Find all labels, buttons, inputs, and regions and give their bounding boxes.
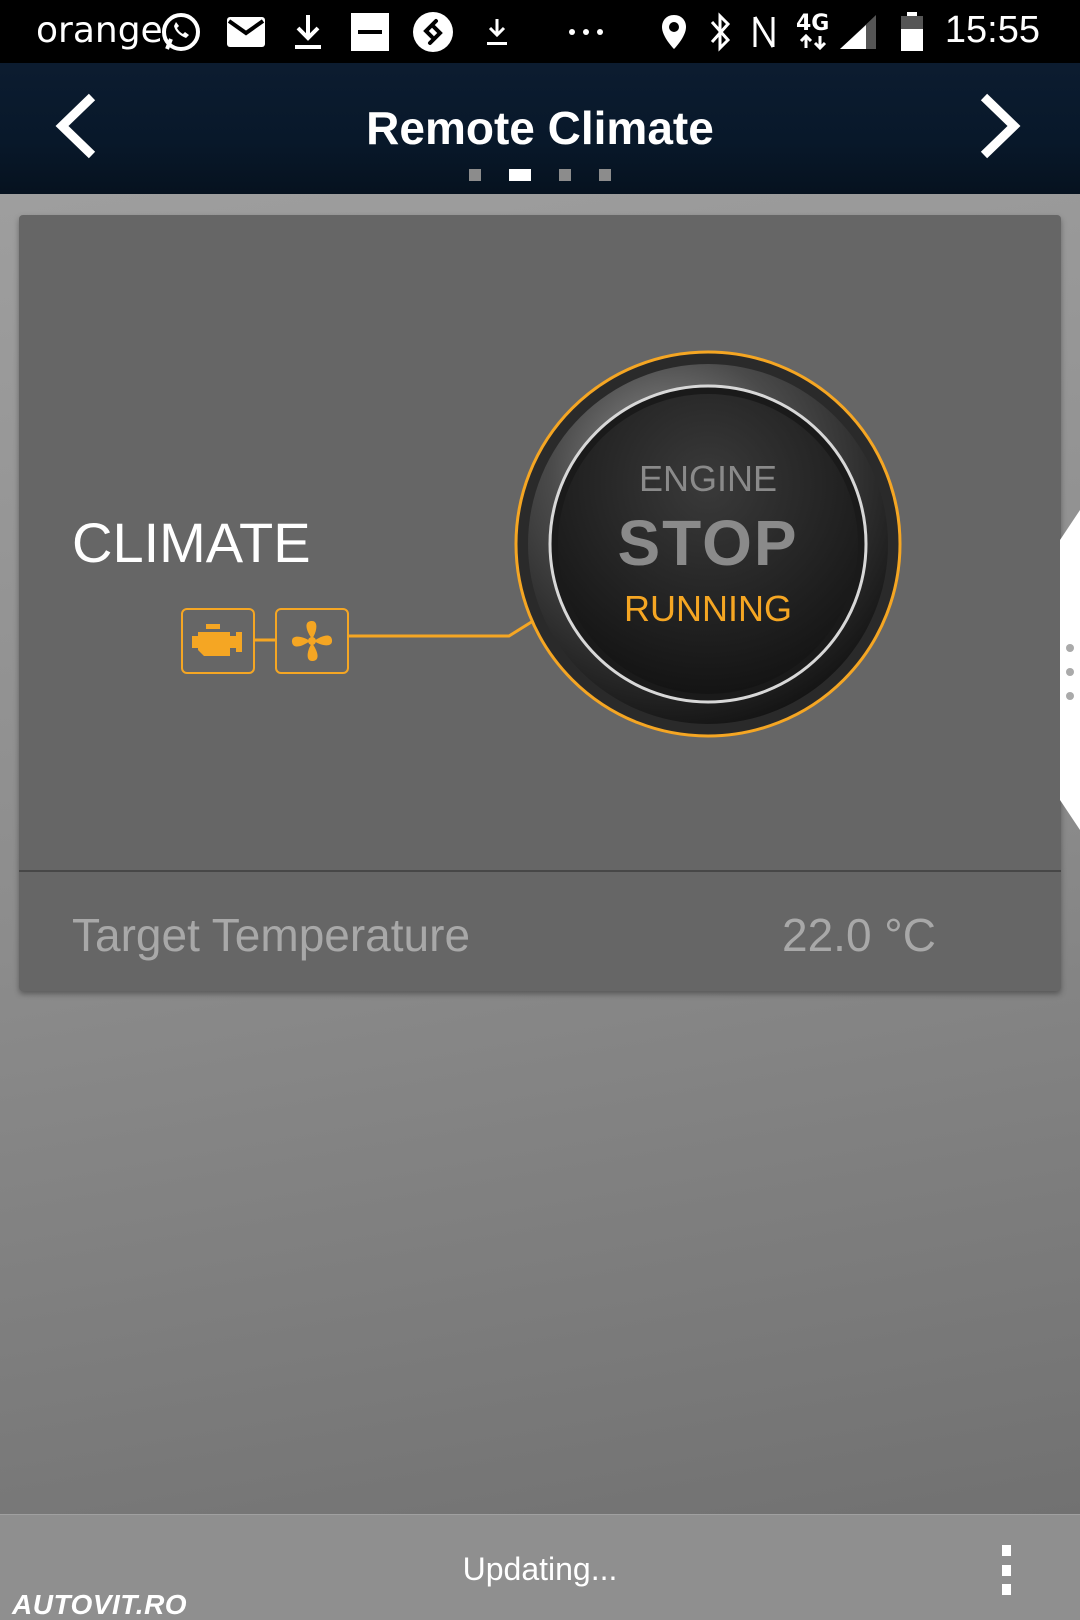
mail-icon	[226, 12, 266, 52]
menu-dot	[1001, 1584, 1011, 1595]
engine-state-label: RUNNING	[624, 588, 792, 629]
signal-icon	[838, 12, 878, 52]
page-indicator	[0, 169, 1080, 181]
menu-dot	[1001, 1564, 1011, 1576]
target-temperature-label: Target Temperature	[72, 909, 471, 961]
engine-start-stop-button[interactable]: ENGINE STOP RUNNING	[512, 348, 904, 740]
climate-label: CLIMATE	[72, 511, 311, 574]
shazam-icon	[412, 12, 454, 52]
page-dot-active[interactable]	[509, 169, 531, 181]
menu-dot	[1001, 1545, 1011, 1556]
download-small-icon	[485, 12, 509, 52]
watermark-logo: AUTOVIT.RO	[12, 1589, 188, 1620]
network-4g-icon: 4G	[796, 12, 829, 52]
overflow-menu-button[interactable]	[995, 1545, 1017, 1595]
fan-status-indicator	[275, 608, 349, 674]
page-dot[interactable]	[559, 169, 571, 181]
whatsapp-icon	[160, 12, 202, 52]
download-icon	[292, 12, 324, 52]
clock: 15:55	[944, 9, 1040, 51]
engine-status-indicator	[181, 608, 255, 674]
connector-line	[253, 638, 277, 642]
page-title: Remote Climate	[366, 102, 714, 154]
battery-icon	[900, 12, 924, 52]
engine-icon	[192, 624, 242, 656]
page-dot[interactable]	[599, 169, 611, 181]
carrier-label: orange	[36, 10, 163, 51]
fan-icon	[291, 620, 333, 662]
page-dot[interactable]	[469, 169, 481, 181]
climate-card: CLIMATE ENGINE STOP RUNNING Target Tempe…	[19, 215, 1061, 991]
engine-action-label: STOP	[617, 507, 799, 579]
divider	[19, 870, 1061, 872]
location-icon	[660, 12, 688, 52]
status-bar: orange 4G 15:55	[0, 0, 1080, 63]
app-header: Remote Climate	[0, 63, 1080, 194]
nfc-icon	[752, 12, 776, 52]
next-page-button[interactable]	[970, 91, 1030, 161]
bottom-bar: Updating... AUTOVIT.RO	[0, 1514, 1080, 1620]
target-temperature-value[interactable]: 22.0 °C	[782, 908, 936, 962]
engine-label: ENGINE	[638, 458, 778, 499]
network-type-label: 4G	[796, 11, 830, 36]
bluetooth-icon	[708, 12, 734, 52]
more-dots-icon	[568, 12, 604, 52]
side-drawer-handle[interactable]	[1058, 510, 1080, 830]
status-message: Updating...	[462, 1551, 618, 1587]
chevron-right-icon	[980, 93, 1021, 159]
minus-box-icon	[350, 12, 390, 52]
